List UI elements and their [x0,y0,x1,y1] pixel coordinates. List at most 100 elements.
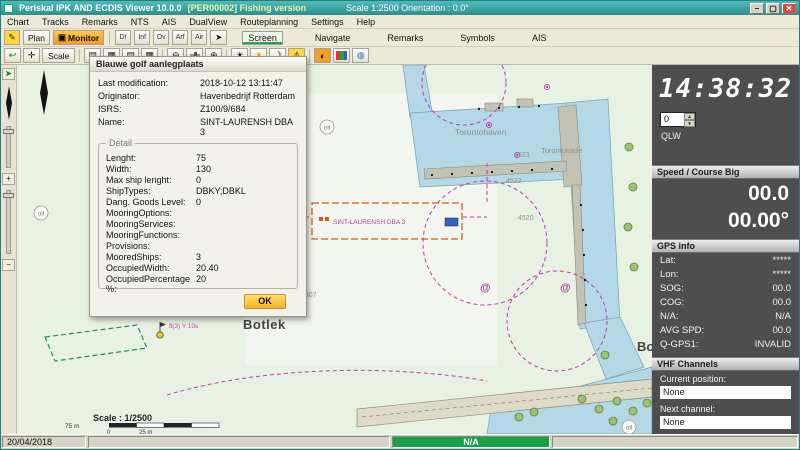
qlw-label: QLW [652,127,799,141]
tab-screen[interactable]: Screen [242,31,283,45]
svg-text:25 m: 25 m [139,430,152,434]
svg-text:4523: 4523 [514,152,530,159]
menu-remarks[interactable]: Remarks [82,17,118,27]
window-title: Periskal IPK AND ECDIS Viewer 10.0.0 [19,3,182,13]
berth-info-dialog: Blauwe golf aanlegplaats Last modificati… [89,56,307,317]
spinner-up-icon[interactable]: ▲ [684,113,695,120]
menu-chart[interactable]: Chart [7,17,29,27]
zoom-slider-vertical[interactable] [6,190,11,254]
mode-button-dr[interactable]: Dr [115,30,131,45]
ok-button[interactable]: OK [244,294,286,309]
pan-slider-handle[interactable] [3,129,14,134]
ship-icon [445,218,458,226]
mode-button-ov[interactable]: Ov [153,30,169,45]
menu-help[interactable]: Help [357,17,376,27]
monitor-button[interactable]: ▣Monitor [53,30,104,45]
toolbar-main: ✎ Plan ▣Monitor Dr Inf Ov Arf Air ➤ Scre… [1,29,799,47]
day-night-toggle-icon[interactable]: ◐ [314,48,331,63]
zoom-slider-handle[interactable] [3,193,14,198]
detail-field: Provisions: [104,240,292,251]
globe-icon[interactable]: ◍ [352,48,369,63]
vhf-next-field[interactable]: None [660,416,791,429]
monitor-icon: ▣ [58,32,66,43]
tab-ais[interactable]: AIS [527,32,552,44]
title-bar[interactable]: Periskal IPK AND ECDIS Viewer 10.0.0 [PE… [1,1,799,15]
menu-settings[interactable]: Settings [311,17,344,27]
mooring-at-icon: @ [560,282,571,294]
gps-row: Lat:***** [652,253,799,267]
course-value: 00.00° [652,206,799,233]
north-arrow-icon[interactable]: ➤ [2,68,15,80]
svg-text:oil: oil [626,425,633,432]
status-badge: N/A [392,436,550,448]
detail-field: MooringOptions: [104,207,292,218]
spinner-down-icon[interactable]: ▼ [684,120,695,127]
dialog-field: Originator:Havenbedrijf Rotterdam [90,89,306,102]
clock-display: 14:38:32 [652,65,799,110]
app-icon [4,4,13,13]
toolbar-separator [309,49,310,62]
detail-field: Width:130 [104,163,292,174]
status-spacer [552,436,798,448]
berth-label: SINT-LAURENSH DBA 3 [333,219,406,226]
gps-row: Q-GPS1:INVALID [652,337,799,351]
close-icon[interactable]: ✕ [782,3,796,14]
scalebar-caption: 75 m [65,423,79,430]
detail-field: OccupiedPercentage %:20 [104,273,292,284]
pan-slider[interactable] [6,126,11,168]
menu-routeplanning[interactable]: Routeplanning [240,17,298,27]
zoom-out-strip-icon[interactable]: − [2,259,15,271]
dialog-field: Last modification:2018-10-12 13:11:47 [90,76,306,89]
mode-button-arf[interactable]: Arf [172,30,188,45]
harbor-label: Torontohaven [455,127,507,137]
pan-icon[interactable]: ✛ [23,48,40,63]
gps-row: Lon:***** [652,267,799,281]
tab-navigate[interactable]: Navigate [310,32,356,44]
app-window: Periskal IPK AND ECDIS Viewer 10.0.0 [PE… [0,0,800,450]
menu-bar: Chart Tracks Remarks NTS AIS DualView Ro… [1,15,799,29]
svg-text:4522: 4522 [506,178,522,185]
zoom-in-strip-icon[interactable]: + [2,173,15,185]
vhf-channels-header: VHF Channels [652,357,799,371]
water-level-spinner[interactable]: 0 ▲ ▼ [660,112,696,127]
minimize-icon[interactable]: – [750,3,764,14]
maximize-icon[interactable]: ▢ [766,3,780,14]
mooring-at-icon: @ [480,282,491,294]
gps-row: AVG SPD:00.0 [652,323,799,337]
scale-button[interactable]: Scale [42,48,75,63]
menu-nts[interactable]: NTS [131,17,149,27]
edit-icon[interactable]: ✎ [4,30,20,45]
svg-text:oil: oil [38,211,45,218]
menu-dualview[interactable]: DualView [189,17,227,27]
plan-button[interactable]: Plan [23,30,50,45]
mode-button-inf[interactable]: Inf [134,30,150,45]
dialog-title[interactable]: Blauwe golf aanlegplaats [90,57,306,72]
detail-field: MooringServices: [104,218,292,229]
status-spacer [88,436,390,448]
rgb-palette-icon[interactable] [333,48,350,63]
toolbar-separator [79,49,80,62]
speed-course-header: Speed / Course Big [652,165,799,179]
mode-button-air[interactable]: Air [191,30,207,45]
tab-remarks[interactable]: Remarks [382,32,428,44]
detail-field: MooringFunctions: [104,229,292,240]
tab-symbols[interactable]: Symbols [455,32,500,44]
detail-field: Lenght:75 [104,152,292,163]
menu-ais[interactable]: AIS [162,17,177,27]
dialog-field: Name:SINT-LAURENSH DBA 3 [90,115,306,138]
vhf-current-field[interactable]: None [660,386,791,399]
detail-field: OccupiedWidth:20.40 [104,262,292,273]
gps-row: N/A:N/A [652,309,799,323]
gps-info-header: GPS info [652,239,799,253]
area-label-2: Bo [637,339,652,354]
ribbon-tabs: Screen Navigate Remarks Symbols AIS [242,31,551,45]
detail-field: Max ship lenght:0 [104,174,292,185]
menu-tracks[interactable]: Tracks [42,17,69,27]
pointer-icon[interactable]: ➤ [210,30,227,45]
speed-value: 00.0 [652,179,799,206]
undo-arrow-icon[interactable]: ↩ [4,48,21,63]
gps-row: COG:00.0 [652,295,799,309]
detail-group-legend: Detail [106,138,135,148]
detail-field: Dang. Goods Level:0 [104,196,292,207]
left-tool-strip: ➤ + − [1,65,17,434]
